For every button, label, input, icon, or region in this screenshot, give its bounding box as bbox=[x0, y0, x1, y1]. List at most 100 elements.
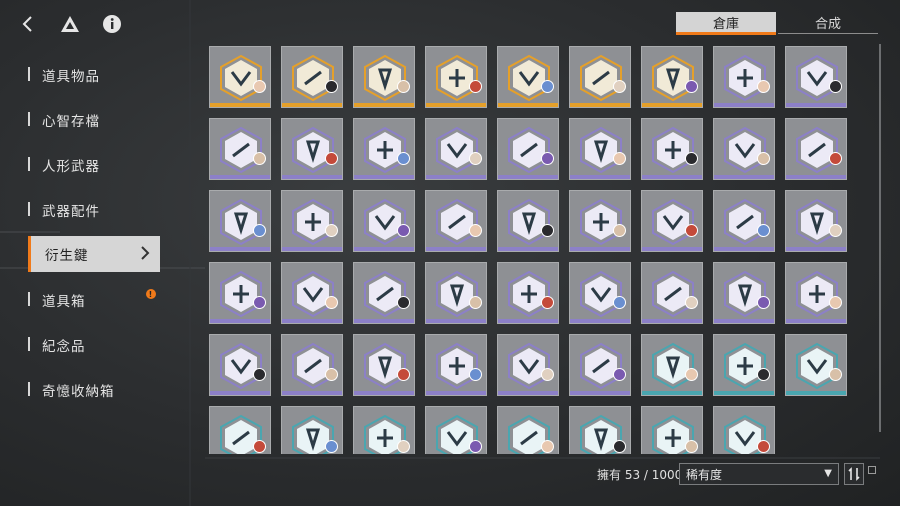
sidebar-item-weapons[interactable]: 人形武器 bbox=[28, 142, 162, 187]
key-item-card[interactable] bbox=[569, 118, 631, 180]
sidebar-item-items[interactable]: 道具物品 bbox=[28, 52, 162, 97]
character-avatar bbox=[253, 368, 266, 381]
key-item-card[interactable] bbox=[209, 406, 271, 454]
character-avatar bbox=[613, 152, 626, 165]
key-item-card[interactable] bbox=[569, 334, 631, 396]
key-item-card[interactable] bbox=[641, 334, 703, 396]
key-item-card[interactable] bbox=[569, 46, 631, 108]
key-item-card[interactable] bbox=[209, 334, 271, 396]
rarity-strip bbox=[354, 391, 414, 395]
sidebar-item-souvenirs[interactable]: 紀念品 bbox=[28, 322, 162, 367]
character-avatar bbox=[325, 80, 338, 93]
info-icon[interactable] bbox=[98, 10, 126, 38]
sort-dropdown[interactable]: 稀有度 ▼ bbox=[679, 463, 839, 485]
key-item-card[interactable] bbox=[785, 262, 847, 324]
key-item-card[interactable] bbox=[713, 406, 775, 454]
key-item-card[interactable] bbox=[497, 46, 559, 108]
rarity-strip bbox=[642, 103, 702, 107]
key-emblem-icon bbox=[436, 126, 478, 174]
rarity-strip bbox=[714, 391, 774, 395]
key-item-card[interactable] bbox=[353, 190, 415, 252]
key-item-card[interactable] bbox=[641, 46, 703, 108]
key-item-card[interactable] bbox=[713, 334, 775, 396]
character-avatar bbox=[829, 224, 842, 237]
key-item-card[interactable] bbox=[281, 46, 343, 108]
character-avatar bbox=[397, 440, 410, 453]
triangle-logo-icon[interactable] bbox=[56, 10, 84, 38]
character-avatar bbox=[685, 152, 698, 165]
rarity-strip bbox=[642, 175, 702, 179]
sort-order-button[interactable] bbox=[844, 463, 864, 485]
key-emblem-icon bbox=[652, 342, 694, 390]
key-item-card[interactable] bbox=[281, 190, 343, 252]
character-avatar bbox=[613, 80, 626, 93]
key-item-card[interactable] bbox=[497, 118, 559, 180]
key-item-card[interactable] bbox=[641, 118, 703, 180]
key-item-card[interactable] bbox=[425, 406, 487, 454]
key-item-card[interactable] bbox=[569, 406, 631, 454]
key-item-card[interactable] bbox=[425, 118, 487, 180]
key-item-card[interactable] bbox=[497, 334, 559, 396]
key-item-card[interactable] bbox=[497, 406, 559, 454]
key-item-card[interactable] bbox=[785, 118, 847, 180]
key-item-card[interactable] bbox=[497, 262, 559, 324]
key-item-card[interactable] bbox=[713, 118, 775, 180]
key-item-card[interactable] bbox=[209, 262, 271, 324]
key-item-card[interactable] bbox=[281, 334, 343, 396]
rarity-strip bbox=[210, 319, 270, 323]
key-item-card[interactable] bbox=[281, 118, 343, 180]
rarity-strip bbox=[570, 391, 630, 395]
key-item-card[interactable] bbox=[209, 46, 271, 108]
key-item-card[interactable] bbox=[785, 190, 847, 252]
key-emblem-icon bbox=[580, 54, 622, 102]
back-arrow-icon[interactable] bbox=[14, 10, 42, 38]
rarity-strip bbox=[498, 391, 558, 395]
key-item-card[interactable] bbox=[353, 118, 415, 180]
key-item-card[interactable] bbox=[425, 190, 487, 252]
key-emblem-icon bbox=[292, 54, 334, 102]
key-item-card[interactable] bbox=[497, 190, 559, 252]
character-avatar bbox=[253, 152, 266, 165]
character-avatar bbox=[397, 368, 410, 381]
rarity-strip bbox=[354, 103, 414, 107]
rarity-strip bbox=[498, 175, 558, 179]
rarity-strip bbox=[570, 319, 630, 323]
key-item-card[interactable] bbox=[353, 334, 415, 396]
sidebar-item-item-box[interactable]: 道具箱 ! bbox=[28, 277, 162, 322]
key-item-card[interactable] bbox=[425, 334, 487, 396]
sidebar-item-attachments[interactable]: 武器配件 bbox=[28, 187, 162, 232]
key-item-card[interactable] bbox=[641, 262, 703, 324]
sidebar-item-label: 紀念品 bbox=[42, 338, 86, 355]
rarity-strip bbox=[282, 391, 342, 395]
character-avatar bbox=[469, 80, 482, 93]
sidebar-item-mind-archive[interactable]: 心智存檔 bbox=[28, 97, 162, 142]
tab-synthesis[interactable]: 合成 bbox=[778, 12, 878, 34]
sidebar-item-keys[interactable]: 衍生鍵 bbox=[28, 236, 160, 272]
key-item-card[interactable] bbox=[713, 190, 775, 252]
key-item-card[interactable] bbox=[569, 262, 631, 324]
key-item-card[interactable] bbox=[281, 262, 343, 324]
scrollbar[interactable] bbox=[879, 44, 881, 432]
key-item-card[interactable] bbox=[785, 46, 847, 108]
key-item-card[interactable] bbox=[209, 118, 271, 180]
character-avatar bbox=[541, 224, 554, 237]
key-item-card[interactable] bbox=[425, 262, 487, 324]
key-item-card[interactable] bbox=[713, 262, 775, 324]
key-item-card[interactable] bbox=[425, 46, 487, 108]
key-item-card[interactable] bbox=[353, 262, 415, 324]
sidebar-item-memory-box[interactable]: 奇憶收納箱 bbox=[28, 367, 162, 412]
character-avatar bbox=[757, 296, 770, 309]
key-item-card[interactable] bbox=[281, 406, 343, 454]
key-item-card[interactable] bbox=[353, 46, 415, 108]
rarity-strip bbox=[426, 391, 486, 395]
key-item-card[interactable] bbox=[353, 406, 415, 454]
key-item-card[interactable] bbox=[785, 334, 847, 396]
key-emblem-icon bbox=[292, 126, 334, 174]
key-item-card[interactable] bbox=[209, 190, 271, 252]
key-item-card[interactable] bbox=[641, 406, 703, 454]
tab-warehouse[interactable]: 倉庫 bbox=[676, 12, 776, 35]
key-item-card[interactable] bbox=[713, 46, 775, 108]
key-item-card[interactable] bbox=[641, 190, 703, 252]
key-item-card[interactable] bbox=[569, 190, 631, 252]
key-emblem-icon bbox=[580, 270, 622, 318]
